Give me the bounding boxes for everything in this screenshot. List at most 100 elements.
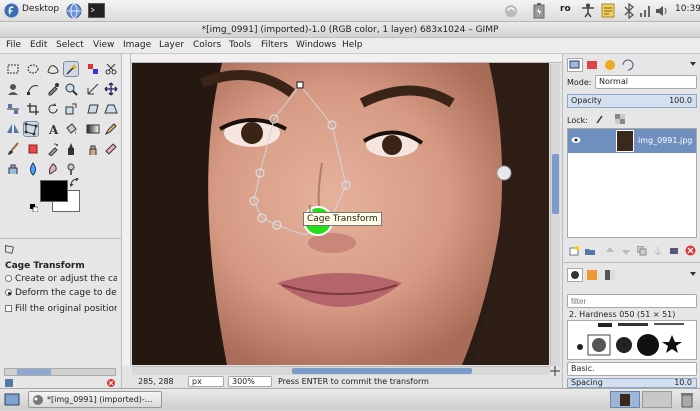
layer-visibility-eye-icon[interactable]	[571, 136, 581, 147]
canvas-horizontal-scrollbar[interactable]	[132, 366, 550, 375]
window-titlebar[interactable]: *[img_0991] (imported)-1.0 (RGB color, 1…	[0, 22, 700, 38]
merge-layer-icon[interactable]	[669, 246, 679, 259]
rect-select-icon[interactable]	[6, 62, 20, 76]
cage-options-tab-icon[interactable]	[4, 244, 15, 258]
deform-cage-radio[interactable]	[5, 289, 12, 296]
new-layer-group-icon[interactable]	[585, 246, 595, 259]
canvas-horizontal-scroll-thumb[interactable]	[292, 368, 472, 374]
layers-tab-icon[interactable]	[567, 58, 583, 72]
clock[interactable]: 10:39	[675, 4, 700, 14]
layer-row[interactable]: img_0991.jpg	[568, 129, 696, 153]
perspective-clone-icon[interactable]	[6, 162, 20, 176]
menu-help[interactable]: Help	[342, 40, 363, 50]
option-create-cage[interactable]: Create or adjust the cage	[5, 274, 117, 284]
desktop-menu[interactable]: Desktop	[22, 4, 59, 14]
pencil-icon[interactable]	[104, 122, 118, 136]
foreground-select-icon[interactable]	[6, 82, 20, 96]
gradients-tab-icon[interactable]	[603, 268, 617, 285]
layer-name[interactable]: img_0991.jpg	[638, 136, 692, 145]
tool-options-scroll-thumb[interactable]	[17, 369, 51, 375]
cage-transform-icon[interactable]	[23, 121, 39, 137]
option-deform-cage[interactable]: Deform the cage to deform	[5, 288, 117, 298]
scale-icon[interactable]	[64, 102, 78, 116]
horizontal-ruler[interactable]	[122, 54, 562, 63]
flip-icon[interactable]	[6, 122, 20, 136]
volume-icon[interactable]	[655, 3, 669, 22]
channels-tab-icon[interactable]	[585, 58, 599, 75]
opacity-slider[interactable]: Opacity 100.0	[567, 94, 697, 108]
battery-icon[interactable]	[532, 3, 546, 22]
brush-preset-select[interactable]: Basic.	[567, 362, 697, 376]
anchor-layer-icon[interactable]	[653, 246, 663, 259]
mode-select[interactable]: Normal	[595, 75, 697, 89]
blend-icon[interactable]	[86, 122, 100, 136]
spacing-slider[interactable]: Spacing 10.0	[567, 378, 697, 388]
undo-tab-icon[interactable]	[621, 58, 635, 75]
menu-view[interactable]: View	[93, 40, 114, 50]
notes-icon[interactable]	[601, 3, 615, 21]
show-desktop-icon[interactable]	[4, 393, 20, 410]
swap-colors-icon[interactable]	[69, 177, 79, 190]
workspace-1[interactable]	[610, 391, 640, 408]
rotate-icon[interactable]	[46, 102, 60, 116]
ink-icon[interactable]	[64, 142, 78, 156]
brushes-tab-icon[interactable]	[567, 268, 583, 282]
move-icon[interactable]	[104, 82, 118, 96]
foreground-color-swatch[interactable]	[40, 180, 68, 202]
unit-select[interactable]: px	[188, 376, 224, 387]
blur-icon[interactable]	[26, 162, 40, 176]
taskbar-gimp-task[interactable]: *[img_0991] (imported)-...	[28, 391, 162, 408]
network-globe-icon[interactable]	[66, 3, 82, 22]
menu-select[interactable]: Select	[56, 40, 84, 50]
lower-layer-icon[interactable]	[621, 246, 631, 259]
patterns-tab-icon[interactable]	[585, 268, 599, 285]
ellipse-select-icon[interactable]	[26, 62, 40, 76]
cloud-sync-icon[interactable]	[503, 3, 519, 22]
paths-tab-icon[interactable]	[603, 58, 617, 75]
fuzzy-select-icon[interactable]	[63, 61, 79, 77]
paths-icon[interactable]	[26, 82, 40, 96]
menu-tools[interactable]: Tools	[229, 40, 251, 50]
clone-icon[interactable]	[86, 142, 100, 156]
trash-icon[interactable]	[680, 392, 694, 411]
airbrush-icon[interactable]	[46, 142, 60, 156]
terminal-icon[interactable]	[88, 3, 105, 21]
menu-filters[interactable]: Filters	[261, 40, 288, 50]
menu-image[interactable]: Image	[123, 40, 151, 50]
canvas-vertical-scroll-thumb[interactable]	[552, 154, 559, 214]
smudge-icon[interactable]	[46, 162, 60, 176]
brush-grid[interactable]	[567, 320, 697, 360]
brush-dock-menu-icon[interactable]	[689, 270, 697, 281]
perspective-icon[interactable]	[104, 102, 118, 116]
raise-layer-icon[interactable]	[605, 246, 615, 259]
zoom-select[interactable]: 300%	[228, 376, 272, 387]
select-by-color-icon[interactable]	[86, 62, 100, 76]
canvas-vertical-scrollbar[interactable]	[550, 64, 560, 366]
menu-file[interactable]: File	[6, 40, 21, 50]
bluetooth-icon[interactable]	[624, 2, 634, 22]
free-select-icon[interactable]	[46, 62, 60, 76]
menu-edit[interactable]: Edit	[30, 40, 47, 50]
workspace-2[interactable]	[642, 391, 672, 408]
heal-icon[interactable]	[104, 142, 118, 156]
new-layer-icon[interactable]	[569, 246, 579, 259]
delete-layer-icon[interactable]	[685, 245, 696, 259]
tool-options-scrollbar[interactable]	[4, 368, 116, 376]
dodge-burn-icon[interactable]	[64, 162, 78, 176]
brush-filter-input[interactable]	[567, 294, 697, 308]
vertical-ruler[interactable]	[122, 54, 131, 366]
crop-icon[interactable]	[26, 102, 40, 116]
color-picker-icon[interactable]	[46, 82, 60, 96]
wifi-icon[interactable]	[638, 3, 652, 22]
fill-original-checkbox[interactable]	[5, 305, 12, 312]
align-icon[interactable]	[6, 102, 20, 116]
accessibility-icon[interactable]	[581, 3, 595, 21]
measure-icon[interactable]	[86, 82, 100, 96]
duplicate-layer-icon[interactable]	[636, 245, 647, 259]
menu-layer[interactable]: Layer	[159, 40, 184, 50]
lock-pixels-icon[interactable]	[595, 114, 605, 127]
paintbrush-icon[interactable]	[6, 142, 20, 156]
eraser-icon[interactable]	[26, 142, 40, 156]
zoom-icon[interactable]	[64, 82, 78, 96]
keyboard-layout[interactable]: ro	[560, 4, 571, 14]
